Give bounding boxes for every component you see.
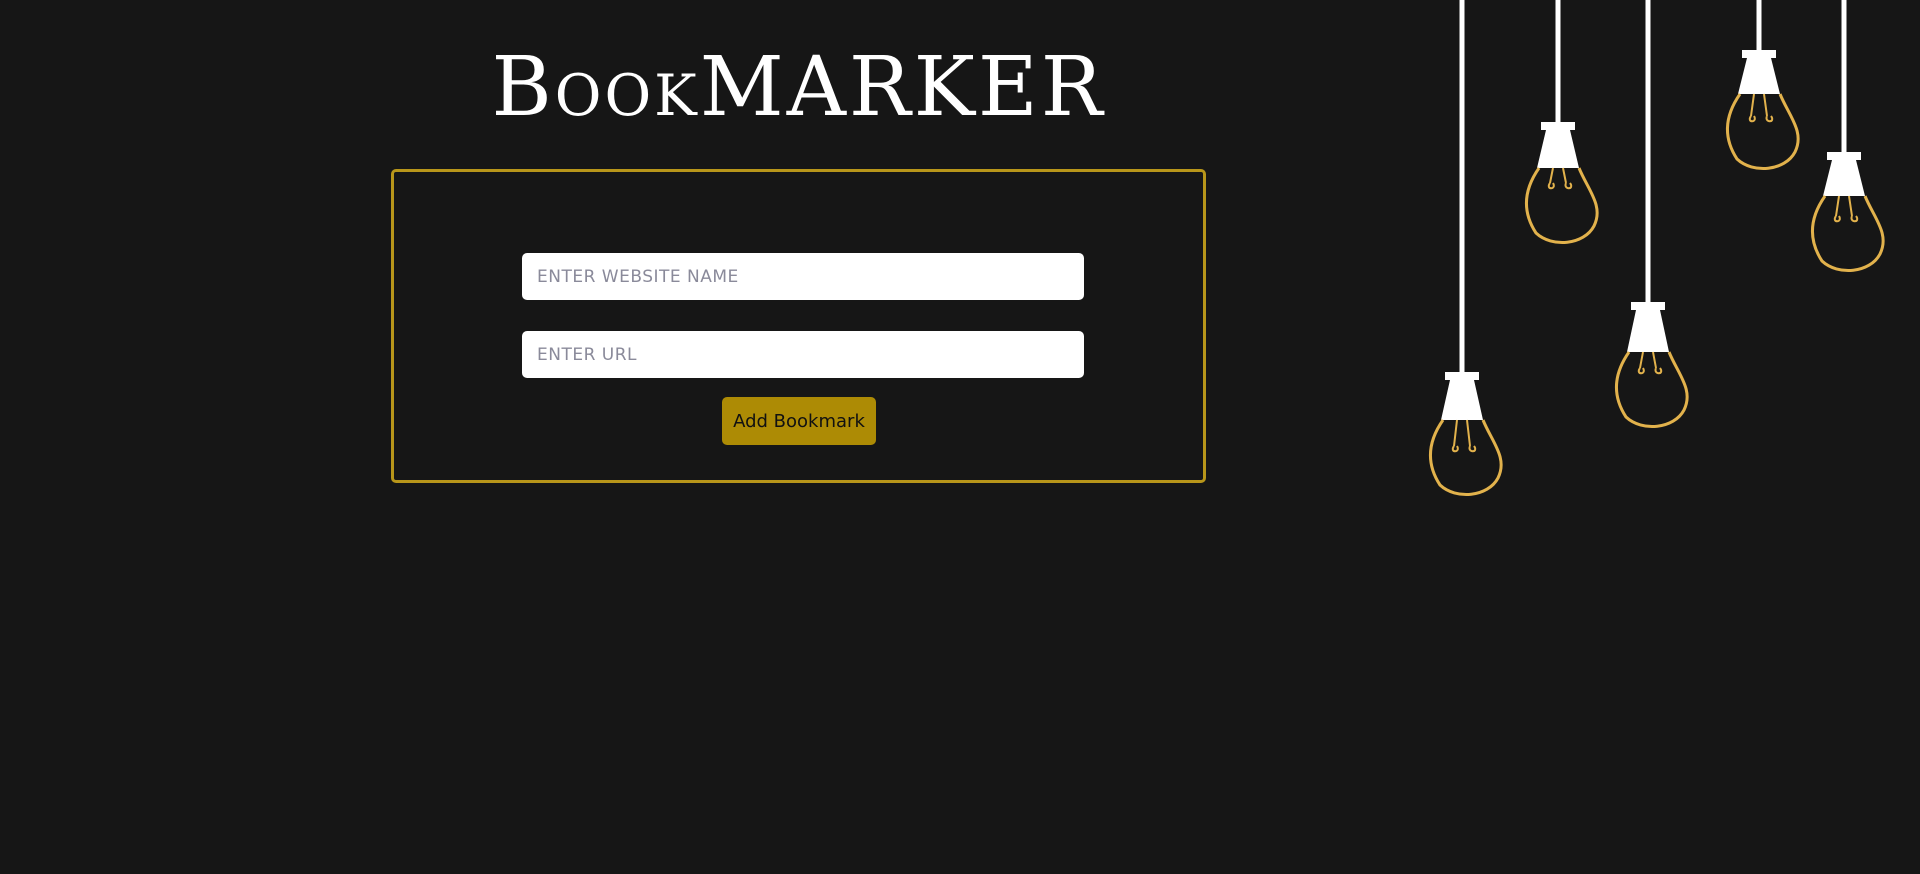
bookmark-form: Add Bookmark (391, 169, 1206, 483)
bulb-icon (1810, 152, 1885, 273)
hanging-bulbs-icon (1428, 0, 1885, 497)
website-url-input[interactable] (522, 331, 1084, 378)
page-title: BookMARKER (491, 40, 1106, 135)
bulb-icon (1725, 50, 1800, 171)
website-name-input[interactable] (522, 253, 1084, 300)
add-bookmark-button[interactable]: Add Bookmark (722, 397, 876, 445)
bulb-icon (1428, 372, 1503, 497)
bulb-icon (1614, 302, 1689, 429)
page: BookMARKER Add Bookmark (0, 0, 1920, 874)
bulb-icon (1524, 122, 1599, 245)
